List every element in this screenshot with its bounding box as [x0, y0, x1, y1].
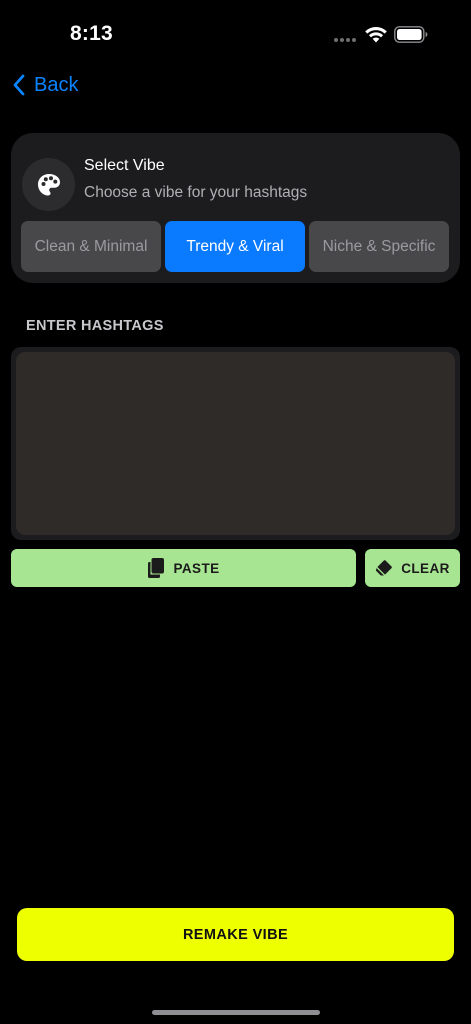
eraser-icon [376, 560, 393, 576]
remake-vibe-button[interactable]: REMAKE VIBE [17, 908, 454, 961]
clipboard-icon [148, 558, 165, 578]
battery-icon [394, 26, 428, 43]
back-label: Back [34, 73, 79, 96]
paste-label: PASTE [173, 560, 220, 576]
vibe-option-niche-specific[interactable]: Niche & Specific [309, 221, 449, 272]
vibe-subtitle: Choose a vibe for your hashtags [84, 184, 308, 201]
home-indicator [152, 1010, 320, 1015]
chevron-left-icon [13, 74, 25, 96]
clear-label: CLEAR [401, 560, 450, 576]
palette-icon-badge [22, 158, 75, 211]
signal-dots-icon [334, 38, 356, 42]
vibe-card: Select Vibe Choose a vibe for your hasht… [11, 133, 460, 283]
wifi-icon [365, 27, 387, 43]
palette-icon [37, 173, 60, 195]
hashtag-input[interactable] [16, 352, 455, 535]
vibe-option-trendy-viral[interactable]: Trendy & Viral [165, 221, 305, 272]
clear-button[interactable]: CLEAR [365, 549, 460, 587]
status-bar: 8:13 [0, 0, 471, 66]
hashtags-section-label: ENTER HASHTAGS [26, 318, 164, 334]
paste-button[interactable]: PASTE [11, 549, 356, 587]
vibe-options: Clean & Minimal Trendy & Viral Niche & S… [21, 221, 449, 272]
vibe-title: Select Vibe [84, 157, 165, 174]
hashtag-input-container [11, 347, 460, 540]
vibe-option-clean-minimal[interactable]: Clean & Minimal [21, 221, 161, 272]
screen: 8:13 Back Select Vibe Choose a vibe for … [0, 0, 471, 1024]
back-button[interactable]: Back [12, 70, 78, 100]
status-time: 8:13 [70, 22, 113, 45]
